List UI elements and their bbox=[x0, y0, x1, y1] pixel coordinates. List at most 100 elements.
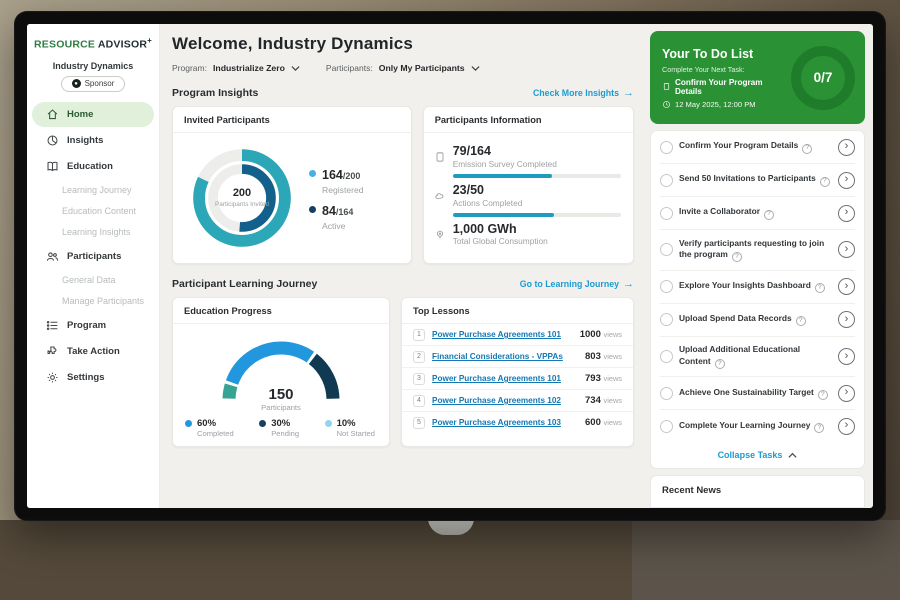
help-icon[interactable]: ? bbox=[732, 252, 742, 262]
participants-filter[interactable]: Participants: Only My Participants bbox=[326, 63, 480, 73]
help-icon[interactable]: ? bbox=[820, 177, 830, 187]
todo-checkbox[interactable] bbox=[660, 174, 673, 187]
todo-item: Explore Your Insights Dashboard? › bbox=[660, 271, 855, 304]
help-icon[interactable]: ? bbox=[764, 210, 774, 220]
todo-go-button[interactable]: › bbox=[838, 172, 855, 189]
todo-go-button[interactable]: › bbox=[838, 385, 855, 402]
todo-checkbox[interactable] bbox=[660, 350, 673, 363]
arrow-right-icon: → bbox=[623, 278, 634, 290]
sidebar-item-settings[interactable]: Settings bbox=[32, 365, 154, 390]
registered-dot-icon bbox=[309, 170, 316, 177]
lesson-link[interactable]: Power Purchase Agreements 103 bbox=[432, 418, 578, 427]
go-to-learning-journey-link[interactable]: Go to Learning Journey → bbox=[520, 278, 634, 290]
help-icon[interactable]: ? bbox=[796, 316, 806, 326]
background-wall-panel bbox=[632, 520, 900, 600]
program-icon bbox=[46, 319, 59, 332]
invited-participants-card: Invited Participants 200 Participants In… bbox=[172, 106, 412, 264]
help-icon[interactable]: ? bbox=[818, 390, 828, 400]
help-icon[interactable]: ? bbox=[715, 359, 725, 369]
help-icon[interactable]: ? bbox=[814, 423, 824, 433]
participants-icon bbox=[46, 250, 59, 263]
legend-item-completed: 60% Completed bbox=[185, 418, 234, 438]
lesson-link[interactable]: Power Purchase Agreements 101 bbox=[432, 330, 573, 339]
todo-checkbox[interactable] bbox=[660, 280, 673, 293]
help-icon[interactable]: ? bbox=[815, 283, 825, 293]
active-dot-icon bbox=[309, 206, 316, 213]
chevron-up-icon bbox=[788, 452, 797, 459]
actions-icon bbox=[434, 190, 446, 202]
sidebar-item-program[interactable]: Program bbox=[32, 313, 154, 338]
check-more-insights-link[interactable]: Check More Insights → bbox=[533, 87, 634, 99]
sidebar-item-education-content[interactable]: Education Content bbox=[27, 201, 159, 222]
app-logo: RESOURCE ADVISOR+ bbox=[27, 36, 159, 51]
collapse-tasks-link[interactable]: Collapse Tasks bbox=[660, 442, 855, 468]
legend-item-not-started: 10% Not Started bbox=[325, 418, 375, 438]
invited-legend: 164/200 Registered 84/164 Active bbox=[309, 159, 364, 238]
sidebar-item-learning-journey[interactable]: Learning Journey bbox=[27, 180, 159, 201]
sidebar-item-home[interactable]: Home bbox=[32, 102, 154, 127]
todo-go-button[interactable]: › bbox=[838, 418, 855, 435]
todo-item: Upload Spend Data Records? › bbox=[660, 304, 855, 337]
lesson-link[interactable]: Financial Considerations - VPPAs bbox=[432, 352, 578, 361]
todo-checkbox[interactable] bbox=[660, 243, 673, 256]
section-title-learning-journey: Participant Learning Journey bbox=[172, 278, 317, 290]
todo-checkbox[interactable] bbox=[660, 420, 673, 433]
top-lessons-card: Top Lessons 1 Power Purchase Agreements … bbox=[401, 297, 634, 447]
settings-icon bbox=[46, 371, 59, 384]
todo-go-button[interactable]: › bbox=[838, 348, 855, 365]
education-icon bbox=[46, 160, 59, 173]
todo-go-button[interactable]: › bbox=[838, 205, 855, 222]
dashboard-screen: RESOURCE ADVISOR+ Industry Dynamics ● Sp… bbox=[27, 24, 873, 508]
todo-checkbox[interactable] bbox=[660, 207, 673, 220]
page-title: Welcome, Industry Dynamics bbox=[172, 34, 634, 54]
todo-go-button[interactable]: › bbox=[838, 278, 855, 295]
todo-subtitle: Complete Your Next Task: bbox=[662, 65, 791, 74]
program-filter[interactable]: Program: Industrialize Zero bbox=[172, 63, 300, 73]
gauge-center-value: 150 bbox=[217, 386, 345, 403]
sidebar-item-learning-insights[interactable]: Learning Insights bbox=[27, 222, 159, 243]
todo-hero-card: Your To Do List Complete Your Next Task:… bbox=[650, 31, 865, 124]
todo-item: Verify participants requesting to join t… bbox=[660, 230, 855, 271]
todo-panel: Your To Do List Complete Your Next Task:… bbox=[646, 24, 873, 508]
lesson-link[interactable]: Power Purchase Agreements 101 bbox=[432, 374, 578, 383]
lesson-link[interactable]: Power Purchase Agreements 102 bbox=[432, 396, 578, 405]
sidebar-item-participants[interactable]: Participants bbox=[32, 244, 154, 269]
card-title: Education Progress bbox=[173, 298, 389, 324]
todo-item: Send 50 Invitations to Participants? › bbox=[660, 164, 855, 197]
filter-bar: Program: Industrialize Zero Participants… bbox=[172, 63, 634, 73]
todo-progress-value: 0/7 bbox=[814, 70, 833, 85]
todo-title: Your To Do List bbox=[662, 47, 791, 61]
todo-checkbox[interactable] bbox=[660, 313, 673, 326]
todo-checkbox[interactable] bbox=[660, 387, 673, 400]
sidebar-item-insights[interactable]: Insights bbox=[32, 128, 154, 153]
lesson-row: 4 Power Purchase Agreements 102 734 view… bbox=[402, 390, 633, 412]
sidebar-item-education[interactable]: Education bbox=[32, 154, 154, 179]
clock-icon bbox=[662, 100, 671, 109]
todo-go-button[interactable]: › bbox=[838, 311, 855, 328]
stat-actions-completed: 23/50 Actions Completed bbox=[434, 184, 621, 208]
todo-item: Upload Additional Educational Content? › bbox=[660, 337, 855, 378]
education-legend: 60% Completed 30% Pending 10% Not Starte… bbox=[173, 408, 389, 438]
org-name: Industry Dynamics bbox=[27, 61, 159, 71]
sidebar-item-take-action[interactable]: Take Action bbox=[32, 339, 154, 364]
main-content: Welcome, Industry Dynamics Program: Indu… bbox=[160, 24, 646, 508]
sponsor-badge[interactable]: ● Sponsor bbox=[61, 76, 125, 92]
card-title: Participants Information bbox=[424, 107, 633, 133]
sponsor-icon: ● bbox=[72, 79, 81, 88]
emission-survey-progressbar bbox=[453, 174, 621, 178]
section-title-program-insights: Program Insights bbox=[172, 87, 258, 99]
sidebar-item-general-data[interactable]: General Data bbox=[27, 270, 159, 291]
todo-go-button[interactable]: › bbox=[838, 139, 855, 156]
chevron-down-icon bbox=[291, 65, 300, 72]
pending-dot-icon bbox=[259, 420, 266, 427]
donut-center-value: 200 bbox=[233, 187, 251, 199]
arrow-right-icon: → bbox=[623, 87, 634, 99]
lesson-row: 5 Power Purchase Agreements 103 600 view… bbox=[402, 412, 633, 433]
todo-checkbox[interactable] bbox=[660, 141, 673, 154]
sidebar-item-manage-participants[interactable]: Manage Participants bbox=[27, 291, 159, 312]
todo-go-button[interactable]: › bbox=[838, 241, 855, 258]
help-icon[interactable]: ? bbox=[802, 144, 812, 154]
recent-news-title: Recent News bbox=[662, 485, 853, 496]
due-date: 12 May 2025, 12:00 PM bbox=[675, 100, 756, 109]
lesson-row: 1 Power Purchase Agreements 101 1000 vie… bbox=[402, 324, 633, 346]
